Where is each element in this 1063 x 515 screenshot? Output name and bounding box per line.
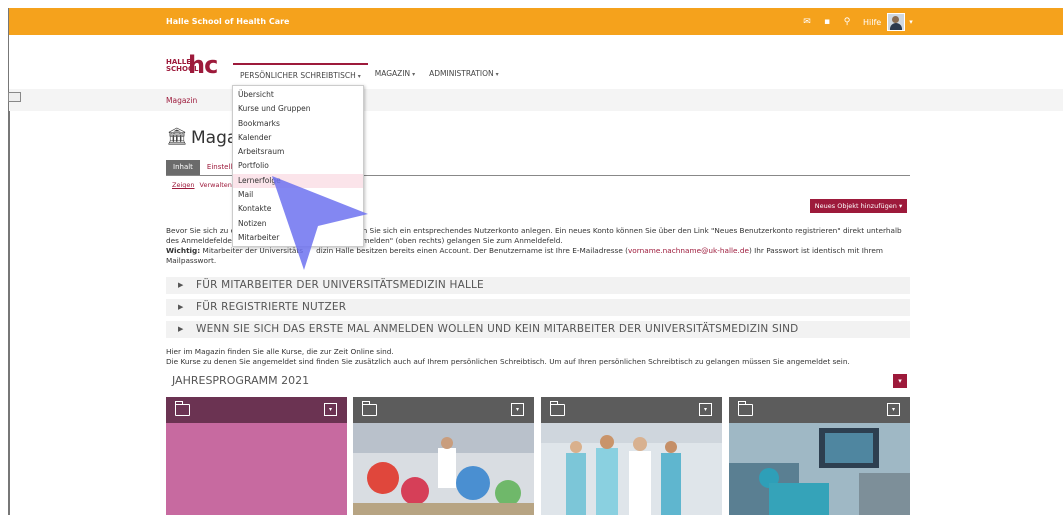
intro-text-part: e "Anmelden" (oben rechts) gelangen Sie …: [342, 236, 563, 245]
caret-right-icon: ▶: [178, 325, 184, 333]
add-object-label: Neues Objekt hinzufügen: [814, 202, 897, 210]
nav-item-administration[interactable]: ADMINISTRATION ▾: [422, 63, 506, 85]
accordion-label: WENN SIE SICH DAS ERSTE MAL ANMELDEN WOL…: [196, 323, 799, 335]
chevron-down-icon[interactable]: ▾: [909, 18, 913, 26]
site-logo[interactable]: HALLE SCHOOL hc: [166, 51, 228, 79]
info-text: Hier im Magazin finden Sie alle Kurse, d…: [166, 347, 926, 367]
intro-text-part: en Sie sich ein entsprechendes Nutzerkon…: [358, 226, 902, 235]
subtab-zeigen[interactable]: Zeigen: [172, 181, 195, 189]
folder-icon: [738, 401, 753, 416]
intro-text-part: ) Ihr Passwort ist identisch mit Ihrem: [748, 246, 883, 255]
intro-text-part: Bevor Sie sich zu e: [166, 226, 236, 235]
menu-item-uebersicht[interactable]: Übersicht: [233, 88, 363, 102]
info-line-1: Hier im Magazin finden Sie alle Kurse, d…: [166, 347, 394, 356]
accordion-label: FÜR MITARBEITER DER UNIVERSITÄTSMEDIZIN …: [196, 279, 484, 291]
menu-item-kalender[interactable]: Kalender: [233, 131, 363, 145]
chevron-down-icon: ▾: [495, 71, 499, 78]
chevron-down-icon[interactable]: ▾: [699, 403, 712, 416]
menu-item-mail[interactable]: Mail: [233, 188, 363, 202]
chevron-down-icon: ▾: [898, 202, 903, 210]
help-link[interactable]: Hilfe: [863, 18, 881, 27]
tile-image: [729, 423, 910, 515]
mail-icon[interactable]: ✉: [797, 13, 817, 31]
add-object-button[interactable]: Neues Objekt hinzufügen ▾: [810, 199, 907, 213]
intro-line-4: Mailpasswort.: [166, 256, 217, 265]
sidebar-toggle-icon[interactable]: [8, 92, 21, 102]
course-tile[interactable]: ▾: [166, 397, 347, 515]
menu-item-bookmarks[interactable]: Bookmarks: [233, 117, 363, 131]
nav-item-label: PERSÖNLICHER SCHREIBTISCH: [240, 71, 356, 80]
important-label: Wichtig:: [166, 246, 201, 255]
nav-item-label: ADMINISTRATION: [429, 69, 494, 78]
tile-image: [166, 423, 347, 515]
menu-item-kurse-und-gruppen[interactable]: Kurse und Gruppen: [233, 102, 363, 116]
subtabs: Zeigen Verwalten: [172, 181, 232, 189]
folder-icon: [362, 401, 377, 416]
avatar[interactable]: [887, 13, 906, 31]
chevron-down-icon[interactable]: ▾: [511, 403, 524, 416]
repository-icon: 🏛: [166, 127, 188, 147]
main-header: HALLE SCHOOL hc PERSÖNLICHER SCHREIBTISC…: [9, 35, 1063, 89]
main-nav: PERSÖNLICHER SCHREIBTISCH ▾ MAGAZIN ▾ ADMI…: [233, 63, 506, 85]
tile-header: [729, 397, 910, 423]
subtab-verwalten[interactable]: Verwalten: [200, 181, 232, 189]
tabs: Inhalt Einstell: [166, 160, 239, 175]
chevron-down-icon[interactable]: ▾: [887, 403, 900, 416]
menu-item-notizen[interactable]: Notizen: [233, 217, 363, 231]
year-program-title: JAHRESPROGRAMM 2021: [172, 374, 310, 387]
chevron-down-icon: ▾: [357, 73, 361, 80]
tile-image: [353, 423, 534, 515]
info-line-2: Die Kurse zu denen Sie angemeldet sind f…: [166, 357, 850, 366]
chevron-down-icon[interactable]: ▾: [324, 403, 337, 416]
accordion-first-login[interactable]: ▶ WENN SIE SICH DAS ERSTE MAL ANMELDEN W…: [166, 321, 910, 338]
intro-text-part: dizin Halle besitzen bereits einen Accou…: [316, 246, 628, 255]
nav-item-magazin[interactable]: MAGAZIN ▾: [368, 63, 422, 85]
year-program-header: JAHRESPROGRAMM 2021 ▾: [166, 373, 910, 391]
tile-header: [541, 397, 722, 423]
intro-line-3: Wichtig: Mitarbeiter der Universitäts diz…: [166, 246, 910, 256]
page-title: Maga: [191, 128, 238, 148]
course-tile[interactable]: ▾: [541, 397, 722, 515]
chevron-down-icon[interactable]: ▾: [893, 374, 907, 388]
caret-right-icon: ▶: [178, 303, 184, 311]
menu-item-portfolio[interactable]: Portfolio: [233, 159, 363, 173]
menu-item-mitarbeiter[interactable]: Mitarbeiter: [233, 231, 363, 245]
breadcrumb[interactable]: Magazin: [166, 96, 197, 105]
menu-item-arbeitsraum[interactable]: Arbeitsraum: [233, 145, 363, 159]
folder-icon: [175, 401, 190, 416]
search-icon[interactable]: ⚲: [837, 13, 857, 31]
nav-item-personal-desk[interactable]: PERSÖNLICHER SCHREIBTISCH ▾: [233, 63, 368, 85]
tile-header: [353, 397, 534, 423]
nav-item-label: MAGAZIN: [374, 69, 411, 78]
top-bar: Halle School of Health Care ✉ ▪ ⚲ Hilfe …: [9, 8, 1063, 35]
email-link[interactable]: vorname.nachname@uk-halle.de: [628, 246, 749, 255]
caret-right-icon: ▶: [178, 281, 184, 289]
menu-item-kontakte[interactable]: Kontakte: [233, 202, 363, 216]
intro-text-part: Mitarbeiter der Universitäts: [200, 246, 304, 255]
course-tile[interactable]: ▾: [729, 397, 910, 515]
accordion-staff[interactable]: ▶ FÜR MITARBEITER DER UNIVERSITÄTSMEDIZI…: [166, 277, 910, 294]
folder-icon: [550, 401, 565, 416]
logo-mark: hc: [188, 51, 218, 79]
intro-text-part: des Anmeldefeldes: [166, 236, 236, 245]
window-top-edge: [0, 0, 1063, 8]
chat-icon[interactable]: ▪: [817, 13, 837, 31]
tab-inhalt[interactable]: Inhalt: [166, 160, 200, 175]
menu-item-lernerfolge[interactable]: Lernerfolge: [233, 173, 363, 189]
course-tile[interactable]: ▾: [353, 397, 534, 515]
tile-header: [166, 397, 347, 423]
chevron-down-icon: ▾: [412, 71, 416, 78]
top-bar-icons: ✉ ▪ ⚲ Hilfe ▾: [797, 13, 913, 31]
brand-link[interactable]: Halle School of Health Care: [166, 17, 289, 26]
personal-desk-dropdown: Übersicht Kurse und Gruppen Bookmarks Ka…: [232, 85, 364, 247]
accordion-label: FÜR REGISTRIERTE NUTZER: [196, 301, 347, 313]
tile-image: [541, 423, 722, 515]
accordion-registered[interactable]: ▶ FÜR REGISTRIERTE NUTZER: [166, 299, 910, 316]
